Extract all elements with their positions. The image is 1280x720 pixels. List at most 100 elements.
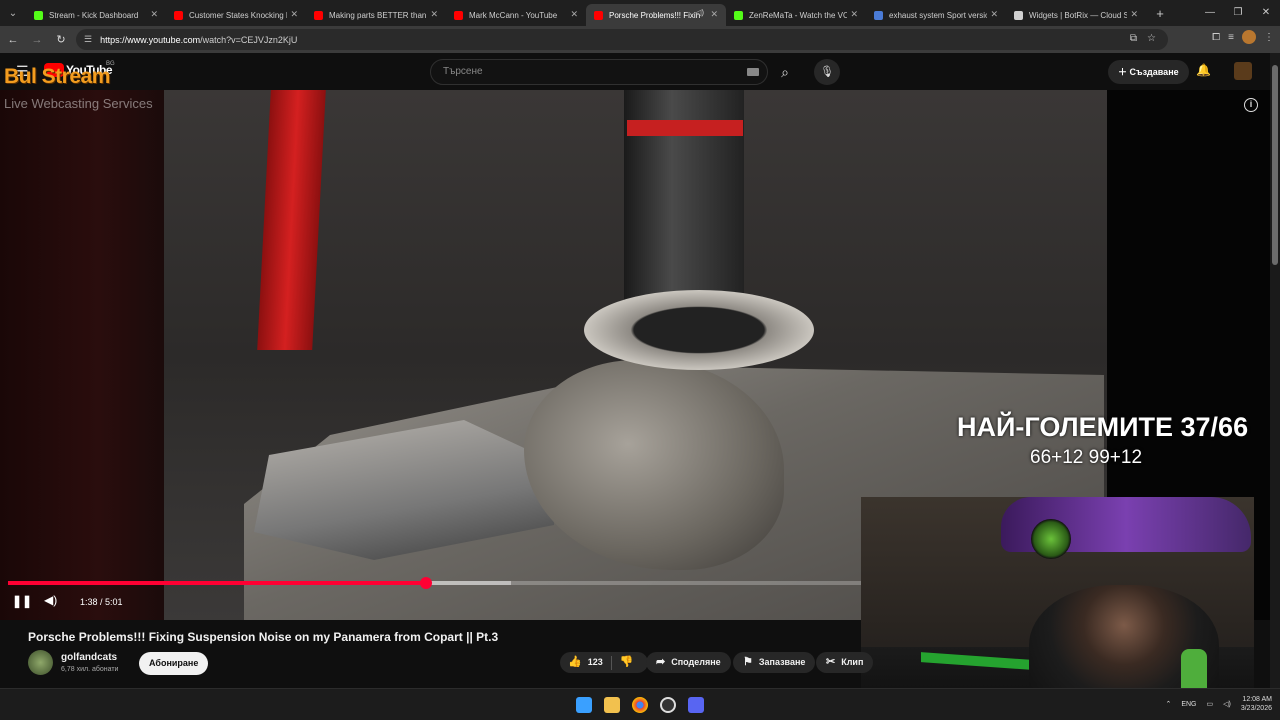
tab-close-icon[interactable]: ✕ — [850, 9, 858, 20]
clock[interactable]: 12:08 AM 3/23/2026 — [1241, 695, 1272, 713]
browser-tab[interactable]: Customer States Knocking N ✕ — [166, 4, 306, 26]
tab-title: Mark McCann - YouTube — [469, 10, 558, 20]
browser-toolbar: ← → ↻ ☰ https://www.youtube.com/watch?v=… — [0, 26, 1280, 53]
account-avatar[interactable] — [1234, 62, 1252, 80]
tab-close-icon[interactable]: ✕ — [710, 9, 718, 20]
tab-favicon-icon — [874, 10, 883, 20]
browser-tab-strip: ⌄ Stream - Kick Dashboard ✕ Customer State… — [0, 0, 1280, 26]
start-icon[interactable] — [576, 697, 592, 713]
discord-icon[interactable] — [688, 697, 704, 713]
tab-favicon-icon — [34, 10, 43, 20]
reload-icon[interactable]: ↻ — [50, 33, 72, 46]
time-display: 1:38 / 5:01 — [80, 597, 123, 607]
subscriber-count: 6,78 хил. абонати — [61, 666, 119, 673]
browser-tab[interactable]: Widgets | BotRix — Cloud St ✕ — [1006, 4, 1146, 26]
clip-label: Клип — [841, 657, 864, 667]
tab-close-icon[interactable]: ✕ — [150, 9, 158, 20]
bookmark-star-icon[interactable]: ☆ — [1147, 33, 1156, 44]
browser-tab[interactable]: ZenReMaTa - Watch the VO ✕ — [726, 4, 866, 26]
speaker-icon[interactable]: ◁) — [1223, 700, 1231, 708]
streamer-webcam — [861, 497, 1254, 719]
clip-button[interactable]: ✂ Клип — [816, 652, 874, 673]
like-icon[interactable]: 👍 — [568, 652, 582, 673]
browser-tab[interactable]: Mark McCann - YouTube ✕ — [446, 4, 586, 26]
tab-close-icon[interactable]: ✕ — [430, 9, 438, 20]
minimize-icon[interactable]: — — [1196, 0, 1224, 26]
volume-icon[interactable]: ◀) — [44, 593, 57, 607]
youtube-page: ☰ YouTube BG Търсене ⌕ 🎙 ＋ Създаване 🔔 i… — [0, 53, 1280, 719]
site-info-icon[interactable]: ☰ — [84, 34, 92, 45]
tab-close-icon[interactable]: ✕ — [990, 9, 998, 20]
tray-chevron-icon[interactable]: ⌃ — [1165, 700, 1171, 708]
forward-icon[interactable]: → — [26, 34, 48, 46]
create-label: Създаване — [1129, 67, 1179, 77]
microphone-icon[interactable]: 🎙 — [814, 59, 840, 85]
obs-icon[interactable] — [660, 697, 676, 713]
close-window-icon[interactable]: ✕ — [1252, 0, 1280, 26]
tab-search-icon[interactable]: ⌄ — [0, 0, 26, 26]
language-indicator[interactable]: ENG — [1181, 701, 1196, 708]
scrubber-handle[interactable] — [419, 577, 432, 589]
search-icon[interactable]: ⌕ — [770, 59, 800, 85]
url-path: /watch?v=CEJVJzn2KjU — [200, 34, 298, 45]
channel-avatar[interactable] — [28, 650, 53, 675]
tab-title: exhaust system Sport versio — [889, 10, 987, 20]
page-scrollbar[interactable] — [1270, 53, 1280, 688]
pause-icon[interactable]: ❚❚ — [12, 594, 32, 608]
file-explorer-icon[interactable] — [604, 697, 620, 713]
extensions-icon[interactable]: ⧠ — [1212, 32, 1220, 43]
tab-close-icon[interactable]: ✕ — [1130, 9, 1138, 20]
video-player[interactable]: i НАЙ-ГОЛЕМИТЕ 37/66 66+12 99+12 ❚❚ ◀) 1… — [0, 90, 1270, 719]
stream-overlay-title: НАЙ-ГОЛЕМИТЕ 37/66 — [957, 412, 1249, 442]
webcam-car-wheel — [1031, 519, 1071, 559]
install-app-icon[interactable]: ⧉ — [1130, 33, 1137, 44]
subscribe-button[interactable]: Абониране — [139, 652, 209, 675]
share-button[interactable]: ➦ Споделяне — [646, 652, 731, 673]
like-count[interactable]: 123 — [588, 652, 603, 673]
save-button[interactable]: ⚑ Запазване — [733, 652, 816, 673]
maximize-icon[interactable]: ❐ — [1224, 0, 1252, 26]
scrollbar-thumb[interactable] — [1272, 65, 1278, 265]
browser-tab[interactable]: Porsche Problems!!! Fixin ◁) ✕ — [586, 4, 726, 26]
browser-menu-icon[interactable]: ⋮ — [1264, 32, 1274, 43]
keyboard-icon[interactable] — [747, 68, 759, 76]
browser-tab[interactable]: Making parts BETTER than B ✕ — [306, 4, 446, 26]
network-icon[interactable]: ▭ — [1207, 700, 1214, 708]
tab-title: Stream - Kick Dashboard — [49, 10, 139, 20]
media-controls-icon[interactable]: ≡ — [1228, 32, 1234, 43]
system-tray: ⌃ ENG ▭ ◁) 12:08 AM 3/23/2026 — [1165, 695, 1272, 713]
bushing-press-ring — [584, 290, 814, 370]
progress-bar[interactable] — [8, 577, 861, 589]
windows-taskbar: ⌃ ENG ▭ ◁) 12:08 AM 3/23/2026 — [0, 688, 1280, 720]
browser-tab[interactable]: exhaust system Sport versio ✕ — [866, 4, 1006, 26]
like-dislike-group: 👍 123 👎 — [560, 652, 648, 673]
share-icon: ➦ — [656, 656, 666, 668]
chrome-icon[interactable] — [632, 697, 648, 713]
dislike-icon[interactable]: 👎 — [620, 652, 634, 673]
video-title: Porsche Problems!!! Fixing Suspension No… — [28, 630, 499, 644]
ram-red-band — [627, 120, 743, 136]
tab-title: Porsche Problems!!! Fixin — [609, 10, 701, 20]
tab-favicon-icon — [454, 10, 463, 20]
bulstream-logo: Bul Stream — [4, 65, 110, 88]
new-tab-button[interactable]: + — [1150, 6, 1170, 21]
masthead: ☰ YouTube BG Търсене ⌕ 🎙 ＋ Създаване 🔔 — [0, 53, 1280, 91]
tab-title: Customer States Knocking N — [189, 10, 287, 20]
search-input[interactable]: Търсене — [430, 59, 768, 85]
search-placeholder: Търсене — [443, 66, 483, 77]
tab-title: Widgets | BotRix — Cloud St — [1029, 10, 1127, 20]
profile-avatar[interactable] — [1242, 30, 1256, 44]
create-button[interactable]: ＋ Създаване — [1108, 60, 1189, 84]
tab-close-icon[interactable]: ✕ — [290, 9, 298, 20]
stream-overlay-subtitle: 66+12 99+12 — [1030, 447, 1143, 468]
address-bar[interactable]: ☰ https://www.youtube.com/watch?v=CEJVJz… — [76, 29, 1168, 50]
channel-name[interactable]: golfandcats — [61, 652, 117, 663]
tab-close-icon[interactable]: ✕ — [570, 9, 578, 20]
back-icon[interactable]: ← — [2, 34, 24, 46]
browser-tab[interactable]: Stream - Kick Dashboard ✕ — [26, 4, 166, 26]
notifications-bell-icon[interactable]: 🔔 — [1196, 63, 1211, 77]
player-ambient-left — [0, 90, 164, 620]
info-icon[interactable]: i — [1244, 98, 1258, 112]
tab-audio-icon[interactable]: ◁) — [695, 8, 704, 17]
save-label: Запазване — [758, 657, 806, 667]
